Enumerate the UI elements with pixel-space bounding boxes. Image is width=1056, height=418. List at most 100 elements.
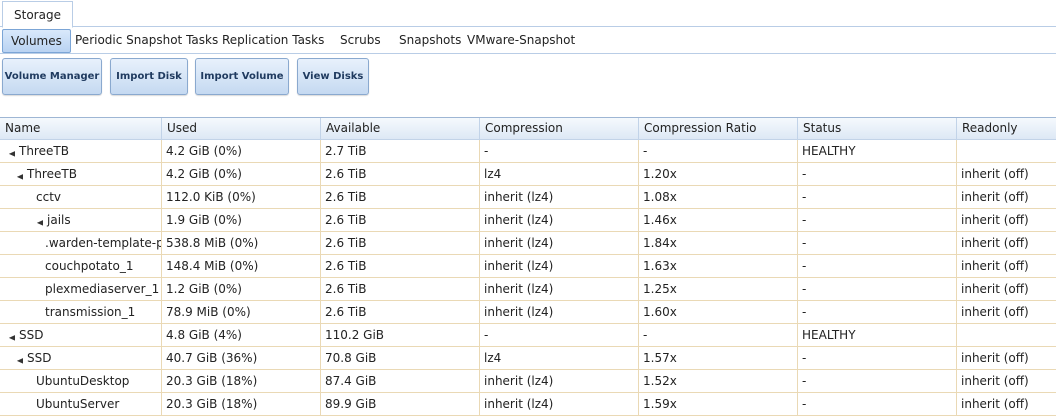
cell-available: 2.7 TiB	[320, 140, 479, 163]
cell-name: .warden-template-p	[0, 232, 161, 255]
cell-status: -	[797, 393, 956, 416]
row-name-label: transmission_1	[45, 305, 136, 319]
cell-status: -	[797, 186, 956, 209]
cell-available: 110.2 GiB	[320, 324, 479, 347]
column-header-readonly[interactable]: Readonly	[956, 118, 1056, 140]
cell-readonly: inherit (off)	[956, 232, 1056, 255]
grid-body: ▲ ThreeTB 4.2 GiB (0%) 2.7 TiB - - HEALTHY ▲ Thr…	[0, 140, 1056, 416]
column-header-compression[interactable]: Compression	[479, 118, 638, 140]
cell-compression-ratio: 1.60x	[638, 301, 797, 324]
cell-compression: inherit (lz4)	[479, 370, 638, 393]
cell-readonly: inherit (off)	[956, 301, 1056, 324]
cell-compression-ratio: 1.63x	[638, 255, 797, 278]
cell-compression-ratio: 1.25x	[638, 278, 797, 301]
column-header-available[interactable]: Available	[320, 118, 479, 140]
cell-name: plexmediaserver_1	[0, 278, 161, 301]
cell-used: 112.0 KiB (0%)	[161, 186, 320, 209]
cell-available: 2.6 TiB	[320, 209, 479, 232]
row-name-label: UbuntuServer	[36, 397, 120, 411]
cell-status: -	[797, 255, 956, 278]
table-row[interactable]: ▲ ThreeTB 4.2 GiB (0%) 2.6 TiB lz4 1.20x - inhe…	[0, 163, 1056, 186]
cell-status: -	[797, 347, 956, 370]
column-header-name[interactable]: Name	[0, 118, 161, 140]
column-header-status[interactable]: Status	[797, 118, 956, 140]
cell-readonly: inherit (off)	[956, 163, 1056, 186]
cell-available: 87.4 GiB	[320, 370, 479, 393]
cell-name: ▲ SSD	[0, 324, 161, 347]
cell-used: 40.7 GiB (36%)	[161, 347, 320, 370]
volumes-grid: Name Used Available Compression Compress…	[0, 117, 1056, 418]
cell-available: 2.6 TiB	[320, 278, 479, 301]
cell-available: 70.8 GiB	[320, 347, 479, 370]
subtab-volumes[interactable]: Volumes	[2, 29, 71, 53]
cell-used: 1.9 GiB (0%)	[161, 209, 320, 232]
subtab-vmware-snapshot[interactable]: VMware-Snapshot	[467, 28, 575, 53]
cell-compression: lz4	[479, 163, 638, 186]
row-name-label: plexmediaserver_1	[45, 282, 160, 296]
cell-compression-ratio: 1.57x	[638, 347, 797, 370]
column-header-compression-ratio[interactable]: Compression Ratio	[638, 118, 797, 140]
cell-available: 2.6 TiB	[320, 255, 479, 278]
cell-status: -	[797, 370, 956, 393]
cell-compression-ratio: 1.46x	[638, 209, 797, 232]
table-row[interactable]: ▲ SSD 40.7 GiB (36%) 70.8 GiB lz4 1.57x - inher…	[0, 347, 1056, 370]
expand-toggle-icon[interactable]: ▲	[29, 218, 51, 226]
cell-readonly: inherit (off)	[956, 209, 1056, 232]
cell-name: couchpotato_1	[0, 255, 161, 278]
subtab-replication-tasks[interactable]: Replication Tasks	[222, 28, 324, 53]
expand-toggle-icon[interactable]: ▲	[9, 172, 31, 180]
cell-available: 2.6 TiB	[320, 163, 479, 186]
cell-used: 78.9 MiB (0%)	[161, 301, 320, 324]
import-disk-button[interactable]: Import Disk	[110, 58, 188, 95]
table-row[interactable]: .warden-template-p 538.8 MiB (0%) 2.6 TiB i…	[0, 232, 1056, 255]
cell-status: -	[797, 278, 956, 301]
cell-available: 2.6 TiB	[320, 301, 479, 324]
subtab-scrubs[interactable]: Scrubs	[340, 28, 381, 53]
cell-used: 538.8 MiB (0%)	[161, 232, 320, 255]
table-row[interactable]: UbuntuServer 20.3 GiB (18%) 89.9 GiB inheri…	[0, 393, 1056, 416]
expand-toggle-icon[interactable]: ▲	[1, 149, 23, 157]
cell-name: ▲ ThreeTB	[0, 163, 161, 186]
subtab-snapshots[interactable]: Snapshots	[399, 28, 461, 53]
cell-used: 4.2 GiB (0%)	[161, 140, 320, 163]
table-row[interactable]: ▲ jails 1.9 GiB (0%) 2.6 TiB inherit (lz4) 1.…	[0, 209, 1056, 232]
expand-toggle-icon[interactable]: ▲	[1, 333, 23, 341]
subtab-periodic-snapshot-tasks[interactable]: Periodic Snapshot Tasks	[75, 28, 218, 53]
cell-used: 4.2 GiB (0%)	[161, 163, 320, 186]
cell-used: 1.2 GiB (0%)	[161, 278, 320, 301]
column-header-used[interactable]: Used	[161, 118, 320, 140]
expand-toggle-icon[interactable]: ▲	[9, 356, 31, 364]
cell-name: cctv	[0, 186, 161, 209]
cell-name: UbuntuDesktop	[0, 370, 161, 393]
volume-manager-button[interactable]: Volume Manager	[2, 58, 102, 95]
table-row[interactable]: UbuntuDesktop 20.3 GiB (18%) 87.4 GiB inher…	[0, 370, 1056, 393]
table-row[interactable]: plexmediaserver_1 1.2 GiB (0%) 2.6 TiB inhe…	[0, 278, 1056, 301]
table-row[interactable]: transmission_1 78.9 MiB (0%) 2.6 TiB inheri…	[0, 301, 1056, 324]
cell-used: 4.8 GiB (4%)	[161, 324, 320, 347]
table-row[interactable]: couchpotato_1 148.4 MiB (0%) 2.6 TiB inheri…	[0, 255, 1056, 278]
tab-storage[interactable]: Storage	[2, 1, 73, 28]
cell-status: HEALTHY	[797, 324, 956, 347]
cell-status: -	[797, 163, 956, 186]
cell-compression-ratio: 1.59x	[638, 393, 797, 416]
cell-readonly	[956, 324, 1056, 347]
import-volume-button[interactable]: Import Volume	[195, 58, 289, 95]
cell-compression: inherit (lz4)	[479, 393, 638, 416]
table-row[interactable]: ▲ SSD 4.8 GiB (4%) 110.2 GiB - - HEALTHY	[0, 324, 1056, 347]
cell-compression: inherit (lz4)	[479, 186, 638, 209]
cell-compression-ratio: 1.20x	[638, 163, 797, 186]
cell-name: ▲ jails	[0, 209, 161, 232]
cell-readonly	[956, 140, 1056, 163]
cell-status: -	[797, 301, 956, 324]
cell-compression: inherit (lz4)	[479, 209, 638, 232]
row-name-label: UbuntuDesktop	[36, 374, 130, 388]
cell-readonly: inherit (off)	[956, 370, 1056, 393]
view-disks-button[interactable]: View Disks	[297, 58, 369, 95]
cell-name: ▲ SSD	[0, 347, 161, 370]
cell-compression-ratio: -	[638, 324, 797, 347]
table-row[interactable]: ▲ ThreeTB 4.2 GiB (0%) 2.7 TiB - - HEALTHY	[0, 140, 1056, 163]
table-row[interactable]: cctv 112.0 KiB (0%) 2.6 TiB inherit (lz4) 1.…	[0, 186, 1056, 209]
row-name-label: .warden-template-p	[45, 236, 161, 250]
top-tabbar: Storage	[0, 0, 1056, 28]
cell-compression: inherit (lz4)	[479, 255, 638, 278]
